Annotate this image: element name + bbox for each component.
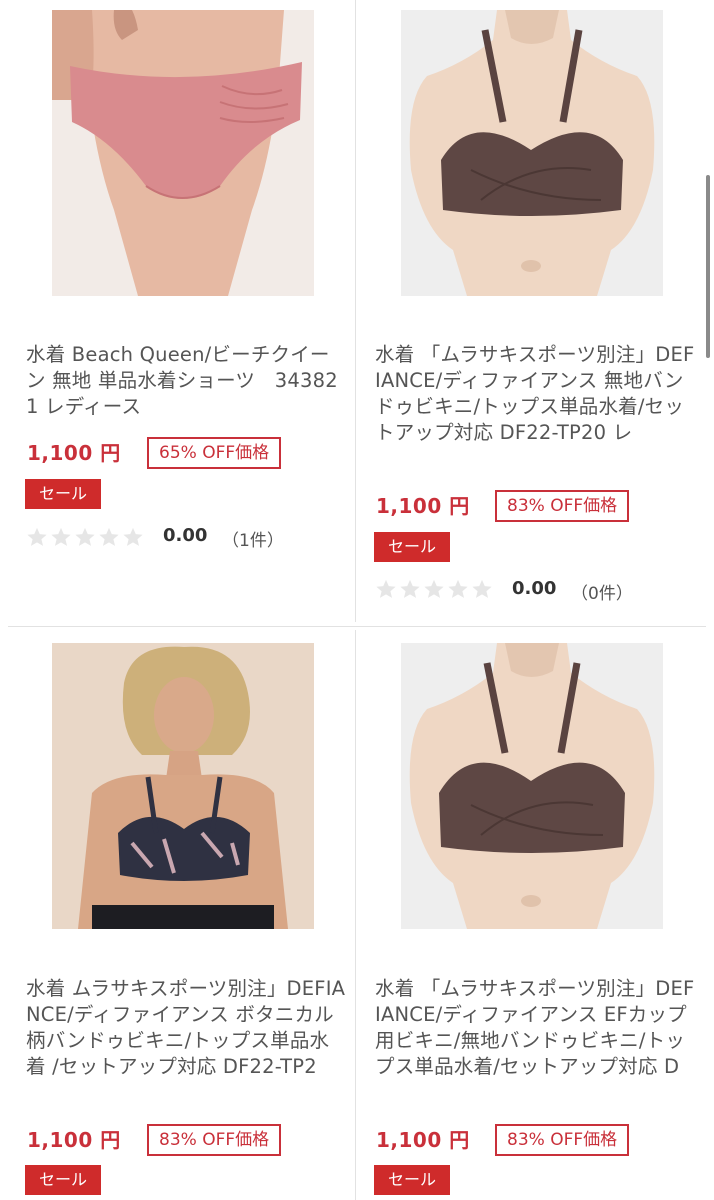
star-empty-icon [75,527,95,546]
product-image-botanical-bandeau-model[interactable] [52,643,314,929]
review-count[interactable]: （0件） [571,579,633,604]
star-empty-icon [51,527,71,546]
product-image-brown-bandeau-top[interactable] [401,10,663,296]
column-divider-top [355,0,356,622]
discount-badge: 83% OFF価格 [495,490,630,522]
review-count[interactable]: （1件） [222,526,284,551]
product-grid: 水着 Beach Queen/ビーチクイーン 無地 単品水着ショーツ 34382… [0,0,714,1200]
star-empty-icon [424,579,444,598]
rating-stars [375,578,493,600]
star-empty-icon [376,579,396,598]
rating-stars [26,526,144,548]
discount-badge: 83% OFF価格 [147,1124,282,1156]
product-price: 1,100 円 [376,1128,470,1152]
star-empty-icon [472,579,492,598]
column-divider-bottom [355,630,356,1200]
product-title[interactable]: 水着 Beach Queen/ビーチクイーン 無地 単品水着ショーツ 34382… [26,342,346,420]
discount-badge: 83% OFF価格 [495,1124,630,1156]
sale-badge: セール [374,1165,451,1195]
star-empty-icon [27,527,47,546]
star-empty-icon [448,579,468,598]
rating-value: 0.00 [163,525,208,546]
star-empty-icon [123,527,143,546]
vertical-scrollbar[interactable] [706,175,710,358]
discount-badge: 65% OFF価格 [147,437,282,469]
star-empty-icon [400,579,420,598]
row-divider [8,626,706,627]
product-image-pink-bikini-bottom[interactable] [52,10,314,296]
rating-value: 0.00 [512,578,557,599]
sale-badge: セール [25,1165,102,1195]
sale-badge: セール [25,479,102,509]
product-price: 1,100 円 [27,1128,121,1152]
sale-badge: セール [374,532,451,562]
product-image-brown-bandeau-top-ef[interactable] [401,643,663,929]
product-title[interactable]: 水着 ムラサキスポーツ別注」DEFIANCE/ディファイアンス ボタニカル柄バン… [26,976,346,1080]
star-empty-icon [99,527,119,546]
product-title[interactable]: 水着 「ムラサキスポーツ別注」DEFIANCE/ディファイアンス EFカップ用ビ… [375,976,695,1080]
product-price: 1,100 円 [27,441,121,465]
product-title[interactable]: 水着 「ムラサキスポーツ別注」DEFIANCE/ディファイアンス 無地バンドゥビ… [375,342,695,446]
product-price: 1,100 円 [376,494,470,518]
